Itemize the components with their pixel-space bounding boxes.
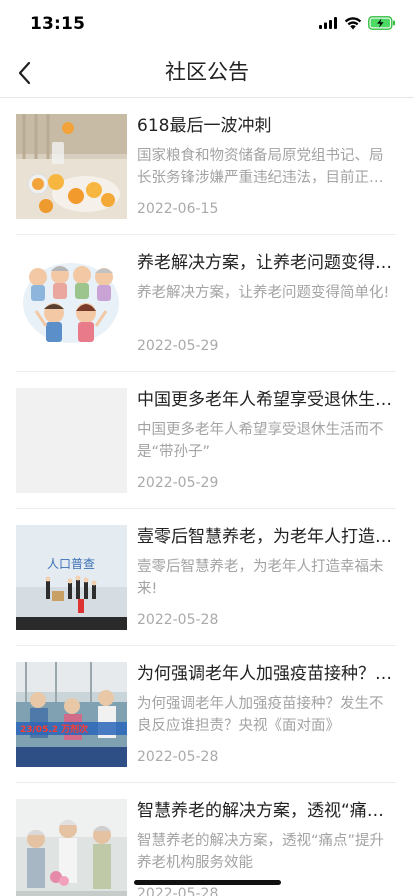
item-title: 养老解决方案，让养老问题变得简单化!	[137, 253, 396, 273]
navigation-bar: 社区公告	[0, 48, 414, 98]
wifi-icon	[344, 16, 362, 29]
item-date: 2022-05-28	[137, 749, 219, 765]
list-item[interactable]: 618最后一波冲刺 国家粮食和物资储备局原党组书记、局长张务锋涉嫌严重违纪违法，…	[16, 98, 396, 235]
vaccine-photo-icon: 23/05.2 万剂次	[16, 662, 127, 767]
item-title: 中国更多老年人希望享受退休生活而不是“带孙子”	[137, 390, 396, 410]
thumbnail-placeholder	[16, 388, 127, 493]
home-indicator	[134, 880, 281, 885]
elderly-photo-icon	[16, 799, 127, 896]
item-title: 智慧养老的解决方案，透视“痛点”提升养老机构服务效能	[137, 801, 396, 821]
item-title: 壹零后智慧养老，为老年人打造幸福未来!	[137, 527, 396, 547]
thumbnail-image: 人口普查	[16, 525, 127, 630]
census-sign-text: 人口普查	[47, 557, 95, 571]
item-summary: 养老解决方案，让养老问题变得简单化!	[137, 285, 390, 301]
page-title: 社区公告	[165, 60, 249, 84]
census-photo-icon: 人口普查	[16, 525, 127, 630]
status-bar: 13:15	[0, 0, 414, 48]
oranges-photo-icon	[16, 114, 127, 219]
item-summary: 国家粮食和物资储备局原党组书记、局长张务锋涉嫌严重违纪违法，目前正接受中央纪委国…	[137, 148, 384, 186]
item-summary: 中国更多老年人希望享受退休生活而不是“带孙子”	[137, 422, 384, 460]
vaccine-caption-text: 23/05.2 万剂次	[20, 723, 88, 735]
thumbnail-image	[16, 799, 127, 896]
item-date: 2022-05-29	[137, 338, 219, 354]
item-title: 为何强调老年人加强疫苗接种？发生不良反应谁担责？央视《面对面》	[137, 664, 396, 684]
family-cartoon-icon	[16, 251, 127, 356]
battery-charging-icon	[368, 16, 395, 30]
status-icons	[319, 16, 396, 30]
item-date: 2022-05-28	[137, 886, 219, 896]
thumbnail-image	[16, 251, 127, 356]
item-summary: 壹零后智慧养老，为老年人打造幸福未来!	[137, 559, 384, 597]
list-item[interactable]: 23/05.2 万剂次 为何强调老年人加强疫苗接种？发生不良反应谁担责？央视《面…	[16, 646, 396, 783]
item-title: 618最后一波冲刺	[137, 116, 272, 136]
thumbnail-image: 23/05.2 万剂次	[16, 662, 127, 767]
item-date: 2022-05-28	[137, 612, 219, 628]
list-item[interactable]: 养老解决方案，让养老问题变得简单化! 养老解决方案，让养老问题变得简单化! 20…	[16, 235, 396, 372]
item-date: 2022-06-15	[137, 201, 219, 217]
status-time: 13:15	[30, 14, 86, 34]
list-item[interactable]: 人口普查 壹零后智慧养老，为老年人打造幸福未来! 壹零后智慧养老，为老年人打造幸…	[16, 509, 396, 646]
thumbnail-image	[16, 114, 127, 219]
cellular-signal-icon	[319, 17, 337, 29]
item-date: 2022-05-29	[137, 475, 219, 491]
announcement-list: 618最后一波冲刺 国家粮食和物资储备局原党组书记、局长张务锋涉嫌严重违纪违法，…	[0, 98, 414, 896]
list-item[interactable]: 中国更多老年人希望享受退休生活而不是“带孙子” 中国更多老年人希望享受退休生活而…	[16, 372, 396, 509]
item-summary: 智慧养老的解决方案，透视“痛点”提升养老机构服务效能	[137, 833, 385, 871]
item-summary: 为何强调老年人加强疫苗接种？发生不良反应谁担责？央视《面对面》	[137, 696, 384, 734]
